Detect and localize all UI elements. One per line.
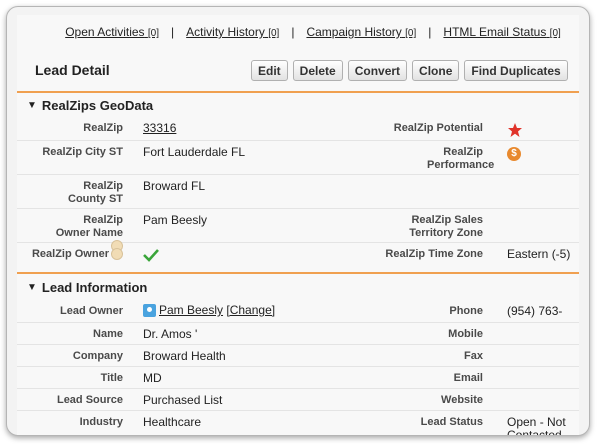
collapse-triangle-icon[interactable]: ▼ <box>27 100 37 111</box>
user-avatar-icon <box>143 304 156 318</box>
website-value <box>497 389 579 410</box>
website-label: Website <box>441 394 483 406</box>
potential-label: RealZip Potential <box>393 122 483 134</box>
detail-header: Lead Detail Edit Delete Convert Clone Fi… <box>17 49 579 93</box>
find-duplicates-button[interactable]: Find Duplicates <box>464 60 568 81</box>
link-separator: | <box>428 25 432 39</box>
territory-label: RealZip Sales Territory Zone <box>409 214 483 239</box>
company-row: Company Broward Health Fax <box>17 345 579 367</box>
title-value: MD <box>143 371 162 385</box>
owner-name-label: RealZip Owner Name <box>17 209 137 253</box>
lead-detail-window: Open Activities [0] | Activity History [… <box>6 6 590 436</box>
mobile-label: Mobile <box>448 328 483 340</box>
html-email-status-link[interactable]: HTML Email Status [0] <box>443 25 560 39</box>
open-activities-link[interactable]: Open Activities [0] <box>65 25 159 39</box>
lead-detail-panel: Open Activities [0] | Activity History [… <box>17 15 579 436</box>
lead-status-label: Lead Status <box>420 416 483 428</box>
phone-label: Phone <box>449 305 483 317</box>
lead-owner-row: Lead Owner Pam Beesly [Change] Phone (95… <box>17 300 579 323</box>
convert-button[interactable]: Convert <box>347 60 408 81</box>
related-list-links: Open Activities [0] | Activity History [… <box>17 15 579 49</box>
red-star-icon <box>508 123 522 137</box>
clone-button[interactable]: Clone <box>412 60 460 81</box>
change-owner-link[interactable]: [Change] <box>226 303 275 317</box>
lead-owner-label: Lead Owner <box>60 305 123 317</box>
owner-name-row: RealZip Owner Name Pam Beesly RealZip Sa… <box>17 209 579 253</box>
city-label: RealZip City ST <box>42 146 123 158</box>
green-check-icon <box>143 249 159 262</box>
lead-status-value: Open - Not Contacted <box>507 415 566 436</box>
help-icon[interactable] <box>111 248 123 261</box>
name-row: Name Dr. Amos ' Mobile <box>17 323 579 345</box>
owner-row: RealZip Owner RealZip Time Zone Eastern … <box>17 243 579 266</box>
geodata-section-title: RealZips GeoData <box>41 97 154 113</box>
lead-source-row: Lead Source Purchased List Website <box>17 389 579 411</box>
performance-value: $ <box>497 141 579 174</box>
lead-source-label: Lead Source <box>56 394 123 406</box>
email-label: Email <box>453 372 483 384</box>
page-title: Lead Detail <box>35 62 110 78</box>
lead-source-value: Purchased List <box>143 393 223 407</box>
lead-info-section-header[interactable]: ▼ Lead Information <box>17 274 579 300</box>
fax-label: Fax <box>464 350 483 362</box>
button-bar: Edit Delete Convert Clone Find Duplicate… <box>251 60 568 81</box>
orange-dollar-icon: $ <box>507 147 521 161</box>
performance-label: RealZip Performance <box>427 146 495 171</box>
lead-owner-link[interactable]: Pam Beesly <box>159 303 223 317</box>
lead-info-section-title: Lead Information <box>41 279 148 295</box>
name-value: Dr. Amos ' <box>143 327 198 341</box>
edit-button[interactable]: Edit <box>251 60 288 81</box>
lead-owner-value: Pam Beesly [Change] <box>137 300 327 322</box>
name-label: Name <box>93 328 123 340</box>
realzip-label: RealZip <box>83 122 123 134</box>
collapse-triangle-icon[interactable]: ▼ <box>27 282 37 293</box>
phone-value: (954) 763- <box>507 304 563 318</box>
email-value <box>497 367 579 388</box>
owner-name-value: Pam Beesly <box>143 213 208 227</box>
industry-value: Healthcare <box>143 415 202 429</box>
company-value: Broward Health <box>143 349 226 363</box>
campaign-history-link[interactable]: Campaign History [0] <box>306 25 416 39</box>
realzip-row: RealZip 33316 RealZip Potential <box>17 117 579 141</box>
company-label: Company <box>72 350 123 362</box>
county-row: RealZip County ST Broward FL <box>17 175 579 209</box>
activity-history-link[interactable]: Activity History [0] <box>186 25 279 39</box>
link-separator: | <box>171 25 175 39</box>
territory-value <box>497 209 579 242</box>
owner-value <box>137 243 327 266</box>
timezone-label: RealZip Time Zone <box>385 248 483 260</box>
title-row: Title MD Email <box>17 367 579 389</box>
empty-label <box>327 175 497 208</box>
timezone-value: Eastern (-5) <box>507 247 571 261</box>
industry-label: Industry <box>79 416 123 428</box>
title-label: Title <box>100 372 123 384</box>
city-row: RealZip City ST Fort Lauderdale FL RealZ… <box>17 141 579 175</box>
realzip-link[interactable]: 33316 <box>143 121 176 135</box>
industry-row: Industry Healthcare Lead Status Open - N… <box>17 411 579 436</box>
link-separator: | <box>291 25 295 39</box>
realzip-value: 33316 <box>137 117 327 140</box>
potential-value <box>497 117 579 140</box>
fax-value <box>497 345 579 366</box>
owner-label: RealZip Owner <box>17 243 137 266</box>
mobile-value <box>497 323 579 344</box>
delete-button[interactable]: Delete <box>292 60 343 81</box>
empty-value <box>497 175 579 208</box>
geodata-section-header[interactable]: ▼ RealZips GeoData <box>17 93 579 117</box>
county-value: Broward FL <box>143 179 206 193</box>
city-value: Fort Lauderdale FL <box>143 145 246 159</box>
county-label: RealZip County ST <box>68 180 123 205</box>
